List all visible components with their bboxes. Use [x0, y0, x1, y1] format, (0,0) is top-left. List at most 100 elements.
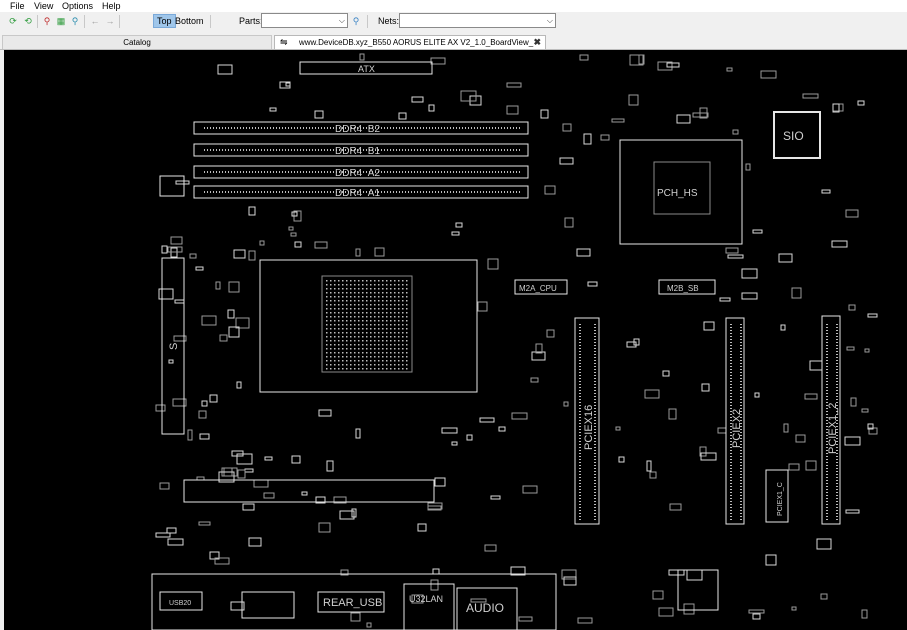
- component-outline[interactable]: [754, 392, 760, 398]
- back-arrow-icon[interactable]: ←: [89, 15, 101, 27]
- component-outline[interactable]: [484, 544, 497, 552]
- component-outline[interactable]: [791, 606, 797, 611]
- component-outline[interactable]: [752, 229, 763, 234]
- component-outline[interactable]: [628, 94, 639, 106]
- component-outline[interactable]: [701, 383, 710, 392]
- component-outline[interactable]: [802, 93, 819, 99]
- component-outline[interactable]: [158, 288, 174, 300]
- component-outline[interactable]: [506, 82, 522, 88]
- component-outline[interactable]: [805, 460, 817, 471]
- component-outline[interactable]: [804, 393, 818, 400]
- component-outline[interactable]: [506, 105, 519, 115]
- component-outline[interactable]: [732, 129, 739, 135]
- component-outline[interactable]: [487, 258, 499, 270]
- component-outline[interactable]: [845, 209, 859, 218]
- component-outline[interactable]: [530, 377, 539, 383]
- component-outline[interactable]: [326, 460, 334, 472]
- component-outline[interactable]: [170, 236, 183, 245]
- parts-select[interactable]: ⌵: [261, 13, 348, 28]
- component-outline[interactable]: [725, 247, 739, 254]
- component-outline[interactable]: [522, 485, 538, 494]
- component-outline[interactable]: [355, 248, 361, 257]
- component-outline[interactable]: [314, 110, 324, 119]
- nets-select[interactable]: ⌵: [399, 13, 556, 28]
- component-outline[interactable]: [562, 123, 572, 132]
- component-outline[interactable]: [563, 576, 577, 586]
- menu-options[interactable]: Options: [62, 1, 93, 11]
- component-outline[interactable]: [434, 477, 446, 487]
- component-outline[interactable]: [248, 250, 256, 261]
- component-outline[interactable]: [269, 107, 277, 112]
- menu-view[interactable]: View: [34, 1, 53, 11]
- component-outline[interactable]: [703, 321, 715, 331]
- component-outline[interactable]: [466, 434, 473, 441]
- component-outline[interactable]: [201, 315, 217, 326]
- component-outline[interactable]: [187, 429, 193, 441]
- component-outline[interactable]: [417, 523, 427, 532]
- component-outline[interactable]: [244, 468, 254, 473]
- component-outline[interactable]: [166, 527, 177, 534]
- component-outline[interactable]: [248, 537, 262, 547]
- component-outline[interactable]: [540, 109, 549, 119]
- component-outline[interactable]: [719, 297, 731, 302]
- fit-view-icon[interactable]: ▦: [55, 15, 67, 27]
- component-outline[interactable]: [155, 532, 171, 538]
- refresh-green-icon[interactable]: ⟲: [22, 15, 34, 27]
- component-outline[interactable]: [618, 456, 625, 463]
- component-outline[interactable]: [477, 301, 488, 312]
- component-outline[interactable]: [676, 114, 691, 124]
- component-outline[interactable]: [845, 509, 860, 514]
- component-outline[interactable]: [760, 70, 777, 79]
- component-outline[interactable]: [318, 409, 332, 417]
- component-outline[interactable]: [652, 590, 664, 600]
- usb-lan-port[interactable]: [403, 583, 455, 630]
- component-outline[interactable]: [198, 521, 211, 526]
- component-outline[interactable]: [848, 304, 856, 311]
- component-outline[interactable]: [867, 313, 878, 318]
- component-outline[interactable]: [831, 240, 848, 248]
- component-outline[interactable]: [215, 281, 221, 290]
- close-icon[interactable]: ✖: [533, 36, 541, 49]
- component-outline[interactable]: [745, 163, 751, 171]
- zoom-out-icon[interactable]: ⚲: [41, 15, 53, 27]
- component-outline[interactable]: [236, 381, 242, 389]
- component-outline[interactable]: [717, 427, 727, 434]
- refresh-green-icon[interactable]: ⟳: [7, 15, 19, 27]
- component-outline[interactable]: [228, 281, 240, 293]
- component-outline[interactable]: [285, 82, 291, 87]
- component-outline[interactable]: [253, 479, 269, 488]
- component-outline[interactable]: [857, 100, 865, 106]
- component-outline[interactable]: [159, 482, 170, 490]
- component-outline[interactable]: [455, 222, 463, 228]
- component-outline[interactable]: [490, 495, 501, 500]
- component-outline[interactable]: [820, 593, 828, 600]
- component-outline[interactable]: [846, 346, 855, 351]
- zoom-in-icon[interactable]: ⚲: [69, 15, 81, 27]
- component-outline[interactable]: [861, 408, 869, 413]
- component-outline[interactable]: [227, 309, 235, 319]
- component-outline[interactable]: [288, 226, 294, 231]
- component-outline[interactable]: [832, 103, 844, 112]
- component-outline[interactable]: [683, 603, 695, 615]
- component-outline[interactable]: [398, 112, 407, 120]
- component-outline[interactable]: [175, 180, 190, 185]
- component-outline[interactable]: [174, 299, 185, 304]
- search-icon[interactable]: ⚲: [350, 15, 362, 27]
- component-outline[interactable]: [350, 612, 361, 622]
- component-outline[interactable]: [783, 423, 789, 433]
- component-outline[interactable]: [611, 118, 625, 123]
- component-outline[interactable]: [432, 568, 440, 575]
- component-outline[interactable]: [778, 253, 793, 263]
- component-outline[interactable]: [579, 54, 589, 61]
- component-outline[interactable]: [291, 455, 301, 464]
- component-outline[interactable]: [644, 389, 660, 399]
- component-outline[interactable]: [233, 249, 246, 259]
- component-outline[interactable]: [366, 622, 372, 628]
- component-outline[interactable]: [726, 67, 733, 72]
- component-outline[interactable]: [161, 245, 168, 254]
- component-outline[interactable]: [546, 329, 555, 338]
- component-outline[interactable]: [248, 206, 256, 216]
- component-outline[interactable]: [564, 217, 574, 228]
- component-outline[interactable]: [864, 348, 870, 353]
- component-outline[interactable]: [451, 231, 460, 236]
